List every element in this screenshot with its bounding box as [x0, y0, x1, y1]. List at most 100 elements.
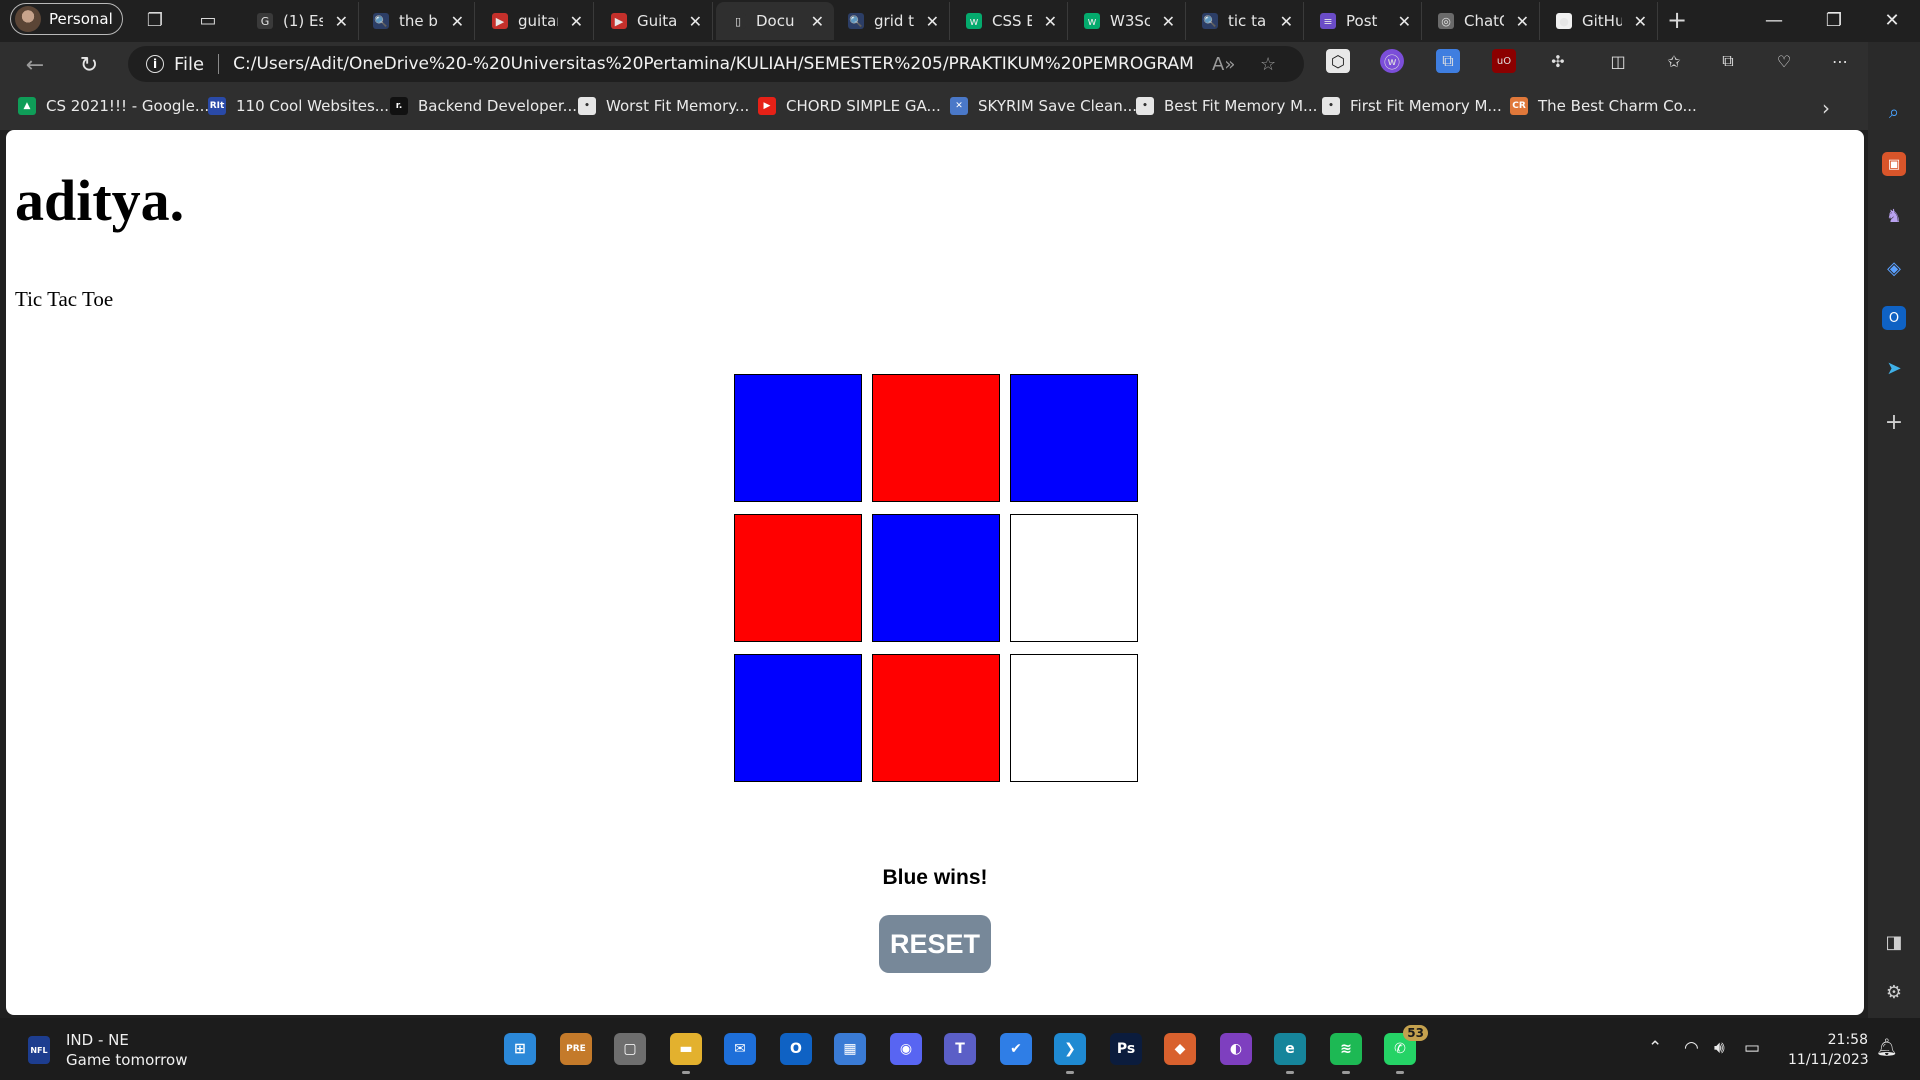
- url-text[interactable]: C:/Users/Adit/OneDrive%20-%20Universitas…: [233, 54, 1193, 74]
- tab-close-icon[interactable]: ✕: [1516, 12, 1529, 31]
- back-arrow-icon[interactable]: ←: [20, 50, 50, 80]
- todo-icon[interactable]: ✔: [1000, 1033, 1032, 1065]
- bookmark-item[interactable]: r. Backend Developer...: [390, 97, 577, 115]
- more-menu-icon[interactable]: ⋯: [1828, 49, 1852, 73]
- teams-icon[interactable]: T: [944, 1033, 976, 1065]
- info-icon[interactable]: i: [146, 55, 164, 73]
- close-window-icon[interactable]: ✕: [1864, 2, 1920, 38]
- hide-sidebar-icon[interactable]: ◨: [1882, 930, 1906, 954]
- battery-icon[interactable]: ▭: [1744, 1038, 1760, 1058]
- browser-tab[interactable]: ▯ Docu ✕: [716, 2, 834, 40]
- whatsapp-icon[interactable]: ✆ 53: [1384, 1025, 1428, 1074]
- extensions-puzzle-icon[interactable]: ✣: [1546, 49, 1570, 73]
- board-cell-5[interactable]: [872, 514, 1000, 642]
- board-cell-4[interactable]: [734, 514, 862, 642]
- bookmark-item[interactable]: • First Fit Memory M...: [1322, 97, 1502, 115]
- tools-briefcase-icon[interactable]: ▣: [1882, 152, 1906, 176]
- outlook-new-icon[interactable]: O: [780, 1033, 812, 1065]
- board-cell-6[interactable]: [1010, 514, 1138, 642]
- store-icon[interactable]: ▦: [834, 1033, 866, 1065]
- workspaces-icon[interactable]: ❐: [143, 8, 167, 32]
- tab-close-icon[interactable]: ✕: [1398, 12, 1411, 31]
- board-cell-7[interactable]: [734, 654, 862, 782]
- board-cell-3[interactable]: [1010, 374, 1138, 502]
- profile-button[interactable]: Personal: [10, 3, 123, 35]
- browser-tab[interactable]: w CSS B ✕: [952, 2, 1068, 40]
- board-cell-2[interactable]: [872, 374, 1000, 502]
- bookmark-item[interactable]: ▶ CHORD SIMPLE GA...: [758, 97, 941, 115]
- drop-icon[interactable]: ➤: [1882, 356, 1906, 380]
- microsoft-365-icon[interactable]: ◈: [1882, 256, 1906, 280]
- bookmark-item[interactable]: RIt 110 Cool Websites...: [208, 97, 389, 115]
- windows-start-icon[interactable]: ⊞: [504, 1033, 536, 1065]
- clock[interactable]: 21:58 11/11/2023: [1788, 1030, 1869, 1070]
- collections-icon[interactable]: ⧉: [1716, 49, 1740, 73]
- weather-widget[interactable]: NFL IND - NE Game tomorrow: [28, 1030, 187, 1070]
- git-icon[interactable]: ◆: [1164, 1033, 1196, 1065]
- photoshop-icon[interactable]: Ps: [1110, 1033, 1142, 1065]
- bookmark-item[interactable]: ✕ SKYRIM Save Clean...: [950, 97, 1137, 115]
- board-cell-1[interactable]: [734, 374, 862, 502]
- volume-icon[interactable]: 🔊︎: [1714, 1038, 1725, 1058]
- bookmarks-overflow-chevron-icon[interactable]: ›: [1822, 96, 1830, 120]
- tab-close-icon[interactable]: ✕: [451, 12, 464, 31]
- split-screen-icon[interactable]: ◫: [1606, 49, 1630, 73]
- browser-tab[interactable]: G (1) Es ✕: [243, 2, 359, 40]
- tab-close-icon[interactable]: ✕: [570, 12, 583, 31]
- wifi-icon[interactable]: ◠: [1684, 1038, 1699, 1058]
- board-cell-8[interactable]: [872, 654, 1000, 782]
- reset-button[interactable]: RESET: [879, 915, 991, 973]
- browser-tab[interactable]: 🔍 grid t ✕: [834, 2, 950, 40]
- vscode-icon[interactable]: ❯: [1054, 1033, 1086, 1074]
- minimize-icon[interactable]: —: [1746, 2, 1802, 38]
- browser-tab[interactable]: w W3Sc ✕: [1070, 2, 1186, 40]
- extension-translate-icon[interactable]: ⧉: [1436, 49, 1460, 73]
- tab-close-icon[interactable]: ✕: [1280, 12, 1293, 31]
- add-sidebar-app-icon[interactable]: +: [1882, 410, 1906, 435]
- extension-hex-icon[interactable]: ⬡: [1326, 49, 1350, 73]
- tab-close-icon[interactable]: ✕: [811, 12, 824, 31]
- bookmark-item[interactable]: • Best Fit Memory M...: [1136, 97, 1317, 115]
- performance-heart-icon[interactable]: ♡: [1772, 49, 1796, 73]
- discord-icon[interactable]: ◉: [890, 1033, 922, 1065]
- copilot-pre-icon[interactable]: PRE: [560, 1033, 592, 1065]
- address-bar[interactable]: i File C:/Users/Adit/OneDrive%20-%20Univ…: [128, 46, 1304, 82]
- tab-close-icon[interactable]: ✕: [689, 12, 702, 31]
- tab-close-icon[interactable]: ✕: [1634, 12, 1647, 31]
- browser-tab[interactable]: ◎ ChatG ✕: [1424, 2, 1540, 40]
- browser-tab[interactable]: ≡ Post ✕: [1306, 2, 1422, 40]
- browser-tab[interactable]: ▶ Guitar ✕: [597, 2, 713, 40]
- favorites-list-icon[interactable]: ✩: [1662, 49, 1686, 73]
- mail-icon[interactable]: ✉: [724, 1033, 756, 1065]
- tab-close-icon[interactable]: ✕: [926, 12, 939, 31]
- search-icon[interactable]: ⌕: [1882, 100, 1906, 124]
- outlook-icon[interactable]: O: [1882, 306, 1906, 330]
- new-tab-icon[interactable]: +: [1665, 6, 1689, 34]
- extension-w-icon[interactable]: ⓦ: [1380, 49, 1404, 73]
- tray-chevron-icon[interactable]: ⌃: [1648, 1038, 1662, 1058]
- sidebar-settings-gear-icon[interactable]: ⚙: [1882, 980, 1906, 1004]
- tor-icon[interactable]: ◐: [1220, 1033, 1252, 1065]
- bookmark-item[interactable]: CR The Best Charm Co...: [1510, 97, 1697, 115]
- edge-icon[interactable]: e: [1274, 1033, 1306, 1074]
- task-view-icon[interactable]: ▢: [614, 1033, 646, 1065]
- favorite-star-icon[interactable]: ☆: [1260, 54, 1276, 75]
- bookmark-item[interactable]: • Worst Fit Memory...: [578, 97, 749, 115]
- tab-close-icon[interactable]: ✕: [1162, 12, 1175, 31]
- browser-tab[interactable]: ● GitHu ✕: [1542, 2, 1658, 40]
- notification-bell-icon[interactable]: 🔔︎: [1876, 1038, 1898, 1058]
- spotify-icon[interactable]: ≋: [1330, 1033, 1362, 1074]
- games-icon[interactable]: ♞: [1882, 204, 1906, 228]
- browser-tab[interactable]: 🔍 tic ta ✕: [1188, 2, 1304, 40]
- tab-close-icon[interactable]: ✕: [1044, 12, 1057, 31]
- browser-tab[interactable]: 🔍 the b ✕: [359, 2, 475, 40]
- tab-close-icon[interactable]: ✕: [335, 12, 348, 31]
- bookmark-item[interactable]: ▲ CS 2021!!! - Google...: [18, 97, 209, 115]
- read-aloud-icon[interactable]: A»: [1212, 54, 1235, 75]
- board-cell-9[interactable]: [1010, 654, 1138, 782]
- tab-actions-icon[interactable]: ▭: [196, 8, 220, 32]
- refresh-icon[interactable]: ↻: [74, 50, 104, 80]
- ublock-origin-icon[interactable]: uO: [1492, 49, 1516, 73]
- file-explorer-icon[interactable]: ▬: [670, 1033, 702, 1074]
- restore-icon[interactable]: ❐: [1806, 2, 1862, 38]
